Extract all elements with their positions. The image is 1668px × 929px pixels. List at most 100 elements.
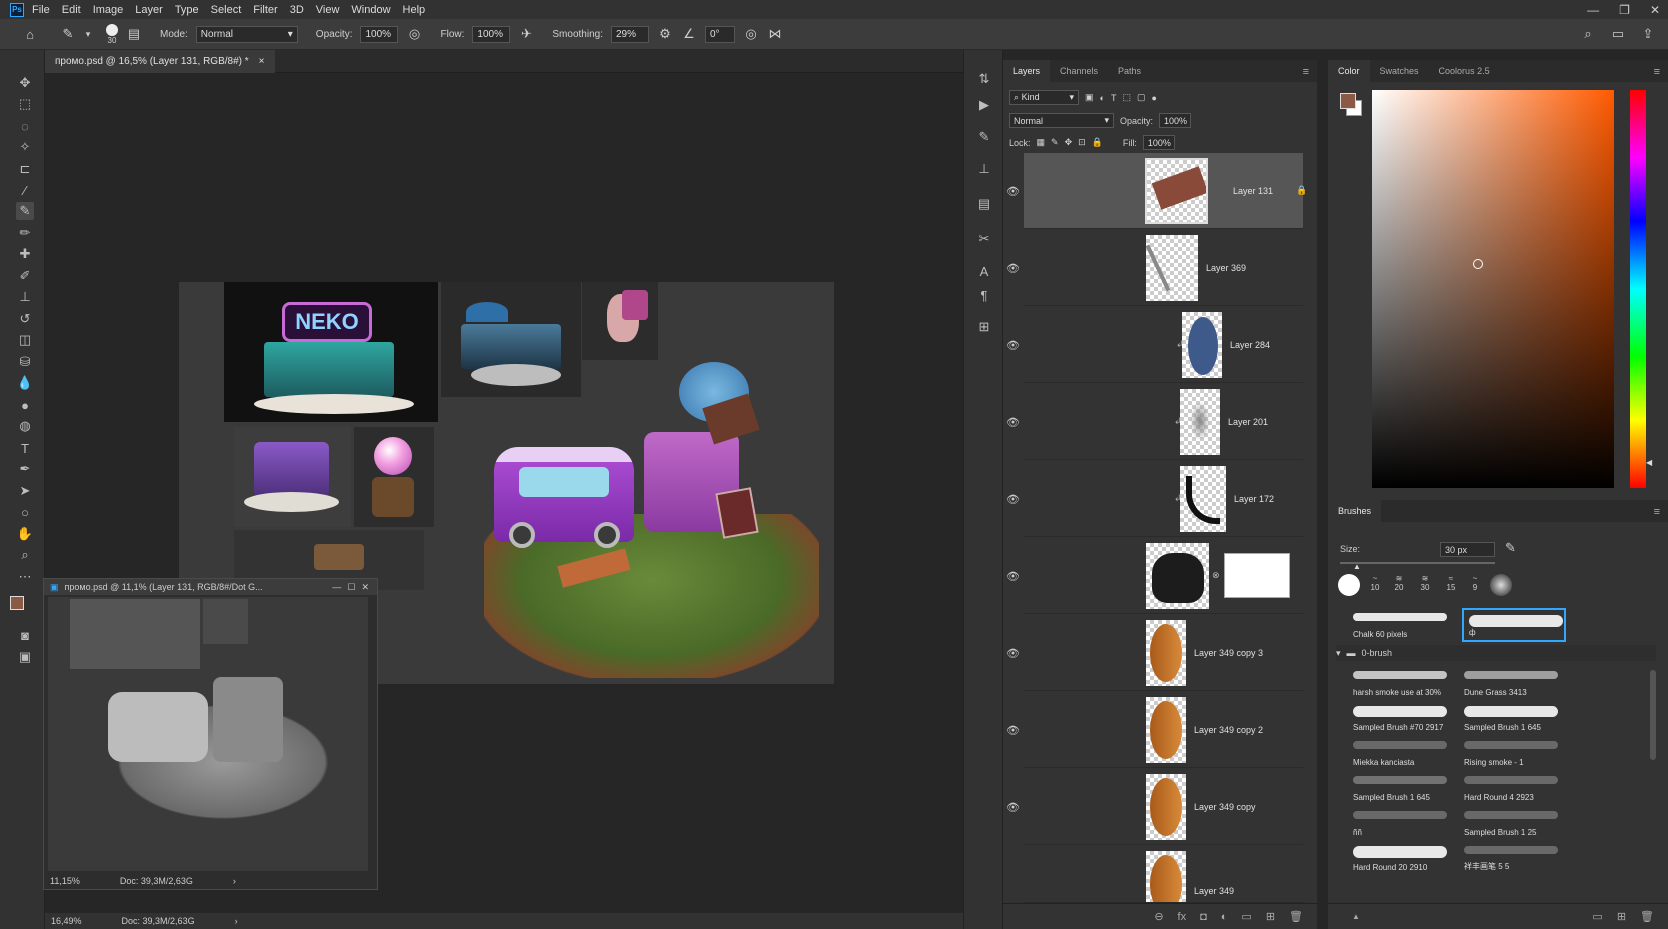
close-icon[interactable]: ✕	[1650, 3, 1660, 17]
tab-color[interactable]: Color	[1328, 60, 1370, 82]
lasso-tool-icon[interactable]: ◌	[16, 117, 34, 135]
hue-handle-icon[interactable]: ◀	[1646, 458, 1652, 467]
new-layer-icon[interactable]: ⊞	[1266, 910, 1275, 923]
brush-settings-panel-icon[interactable]: ✎	[975, 128, 993, 146]
visibility-eye-icon[interactable]: 👁	[1004, 615, 1022, 691]
foreground-color-swatch[interactable]	[10, 596, 24, 610]
chevron-right-icon[interactable]: ›	[233, 876, 236, 886]
character-panel-icon[interactable]: A	[975, 262, 993, 280]
layer-row[interactable]: 👁 Layer 369	[1006, 230, 1303, 306]
eyedropper-tool-icon[interactable]: ⁄	[16, 181, 34, 199]
layer-row[interactable]: 👁 ↲ Layer 284	[1006, 307, 1303, 383]
marquee-tool-icon[interactable]: ⬚	[16, 95, 34, 113]
layer-name[interactable]: Layer 284	[1230, 340, 1270, 350]
new-brush-icon[interactable]: ⊞	[1617, 910, 1626, 923]
panel-menu-icon[interactable]: ≡	[1654, 506, 1660, 518]
brush-item[interactable]: Rising smoke - 1	[1459, 736, 1563, 770]
lock-pixels-icon[interactable]: ✎	[1051, 137, 1059, 148]
more-tools-icon[interactable]: ⋯	[16, 568, 34, 586]
layer-fill-input[interactable]: 100%	[1142, 135, 1175, 150]
dodge-tool-icon[interactable]: ●	[16, 396, 34, 414]
pencil-tool-icon[interactable]: ✏	[16, 224, 34, 242]
restore-icon[interactable]: ❐	[1619, 3, 1630, 17]
filter-toggle-icon[interactable]: ●	[1151, 93, 1156, 103]
photoshop-logo-icon[interactable]: Ps	[10, 2, 24, 17]
layer-name[interactable]: Layer 349 copy 3	[1194, 648, 1263, 658]
fx-icon[interactable]: fx	[1178, 911, 1187, 923]
sponge-tool-icon[interactable]: ◍	[16, 417, 34, 435]
search-icon[interactable]: ⌕	[1580, 26, 1596, 42]
brush-item[interactable]: Dune Grass 3413	[1459, 666, 1563, 700]
menu-window[interactable]: Window	[351, 4, 390, 16]
brush-item[interactable]: Sampled Brush #70 2917	[1348, 701, 1452, 735]
brush-item[interactable]: Hard Round 20 2910	[1348, 841, 1452, 875]
document-tab[interactable]: промо.psd @ 16,5% (Layer 131, RGB/8#) * …	[45, 50, 275, 73]
brush-preset[interactable]: ~9	[1466, 574, 1484, 592]
layer-name[interactable]: Layer 131	[1233, 186, 1273, 196]
tab-layers[interactable]: Layers	[1003, 60, 1051, 82]
menu-filter[interactable]: Filter	[253, 4, 277, 16]
brush-tool-icon[interactable]: ✎	[16, 202, 34, 220]
layer-row[interactable]: 👁 Layer 349 copy 2	[1006, 692, 1303, 768]
brush-preset[interactable]: ≋ 20	[1390, 574, 1408, 592]
brush-size-preview[interactable]: 30	[106, 23, 118, 45]
blend-mode-select[interactable]: Normal ▾	[1009, 113, 1114, 128]
hue-slider[interactable]	[1630, 90, 1646, 488]
tab-coolorus[interactable]: Coolorus 2.5	[1429, 60, 1500, 82]
chevron-down-icon[interactable]: ▾	[1336, 648, 1341, 659]
zoom-level[interactable]: 16,49%	[51, 916, 82, 926]
layer-name[interactable]: Layer 172	[1234, 494, 1274, 504]
brush-item[interactable]: ññ	[1348, 806, 1452, 840]
menu-select[interactable]: Select	[211, 4, 242, 16]
preview-size-slider-icon[interactable]: ▲	[1352, 912, 1360, 921]
screen-mode-icon[interactable]: ▣	[16, 648, 34, 666]
history-panel-icon[interactable]: ⇅	[975, 70, 993, 88]
pressure-opacity-icon[interactable]: ◎	[406, 26, 422, 42]
brush-size-slider[interactable]	[1340, 562, 1495, 564]
brush-settings-icon[interactable]: ▤	[126, 26, 142, 42]
lock-position-icon[interactable]: ✥	[1065, 137, 1073, 148]
gear-icon[interactable]: ⚙	[657, 26, 673, 42]
visibility-eye-icon[interactable]: 👁	[1004, 461, 1022, 537]
menu-file[interactable]: File	[32, 4, 50, 16]
healing-tool-icon[interactable]: ✚	[16, 245, 34, 263]
quick-mask-icon[interactable]: ◙	[16, 626, 34, 644]
lock-artboard-icon[interactable]: ⊡	[1078, 137, 1086, 148]
tab-swatches[interactable]: Swatches	[1370, 60, 1429, 82]
brush-preset[interactable]: ~10	[1366, 574, 1384, 592]
minimize-button[interactable]: —	[332, 582, 341, 592]
visibility-eye-icon[interactable]: 👁	[1004, 769, 1022, 845]
history-brush-tool-icon[interactable]: ↺	[16, 310, 34, 328]
floating-zoom-value[interactable]: 11,15%	[50, 876, 80, 886]
tool-presets-icon[interactable]: ✂	[975, 230, 993, 248]
panel-menu-icon[interactable]: ≡	[1654, 66, 1660, 78]
maximize-button[interactable]: ☐	[347, 582, 355, 593]
blur-tool-icon[interactable]: 💧	[16, 374, 34, 392]
close-icon[interactable]: ×	[259, 56, 265, 67]
paragraph-panel-icon[interactable]: ¶	[975, 286, 993, 304]
crop-tool-icon[interactable]: ⊏	[16, 160, 34, 178]
link-layers-icon[interactable]: ⊖	[1154, 910, 1163, 923]
menu-image[interactable]: Image	[93, 4, 124, 16]
visibility-eye-icon[interactable]: 👁	[1004, 307, 1022, 383]
brush-preset-round[interactable]	[1338, 574, 1360, 596]
menu-type[interactable]: Type	[175, 4, 199, 16]
symmetry-icon[interactable]: ⋈	[767, 26, 783, 42]
grayscale-preview[interactable]	[48, 597, 368, 871]
opacity-input[interactable]: 100%	[360, 25, 399, 43]
brush-item[interactable]: Sampled Brush 1 645	[1348, 771, 1452, 805]
link-icon[interactable]: ⊗	[1212, 570, 1220, 581]
brush-item[interactable]: Sampled Brush 1 25	[1459, 806, 1563, 840]
close-button[interactable]: ✕	[361, 582, 369, 593]
brush-preset[interactable]: ≈15	[1442, 574, 1460, 592]
brush-group-header[interactable]: ▾ ▬ 0-brush	[1336, 645, 1656, 661]
eraser-tool-icon[interactable]: ◫	[16, 331, 34, 349]
lock-transparency-icon[interactable]: ▦	[1037, 137, 1046, 148]
visibility-eye-icon[interactable]: 👁	[1004, 692, 1022, 768]
type-tool-icon[interactable]: T	[16, 439, 34, 457]
foreground-color-chip[interactable]	[1340, 93, 1356, 109]
brush-item[interactable]: Chalk 60 pixels	[1348, 608, 1452, 642]
libraries-icon[interactable]: ▤	[975, 195, 993, 213]
filter-smart-object-icon[interactable]: ▢	[1137, 92, 1146, 103]
layer-name[interactable]: Layer 201	[1228, 417, 1268, 427]
